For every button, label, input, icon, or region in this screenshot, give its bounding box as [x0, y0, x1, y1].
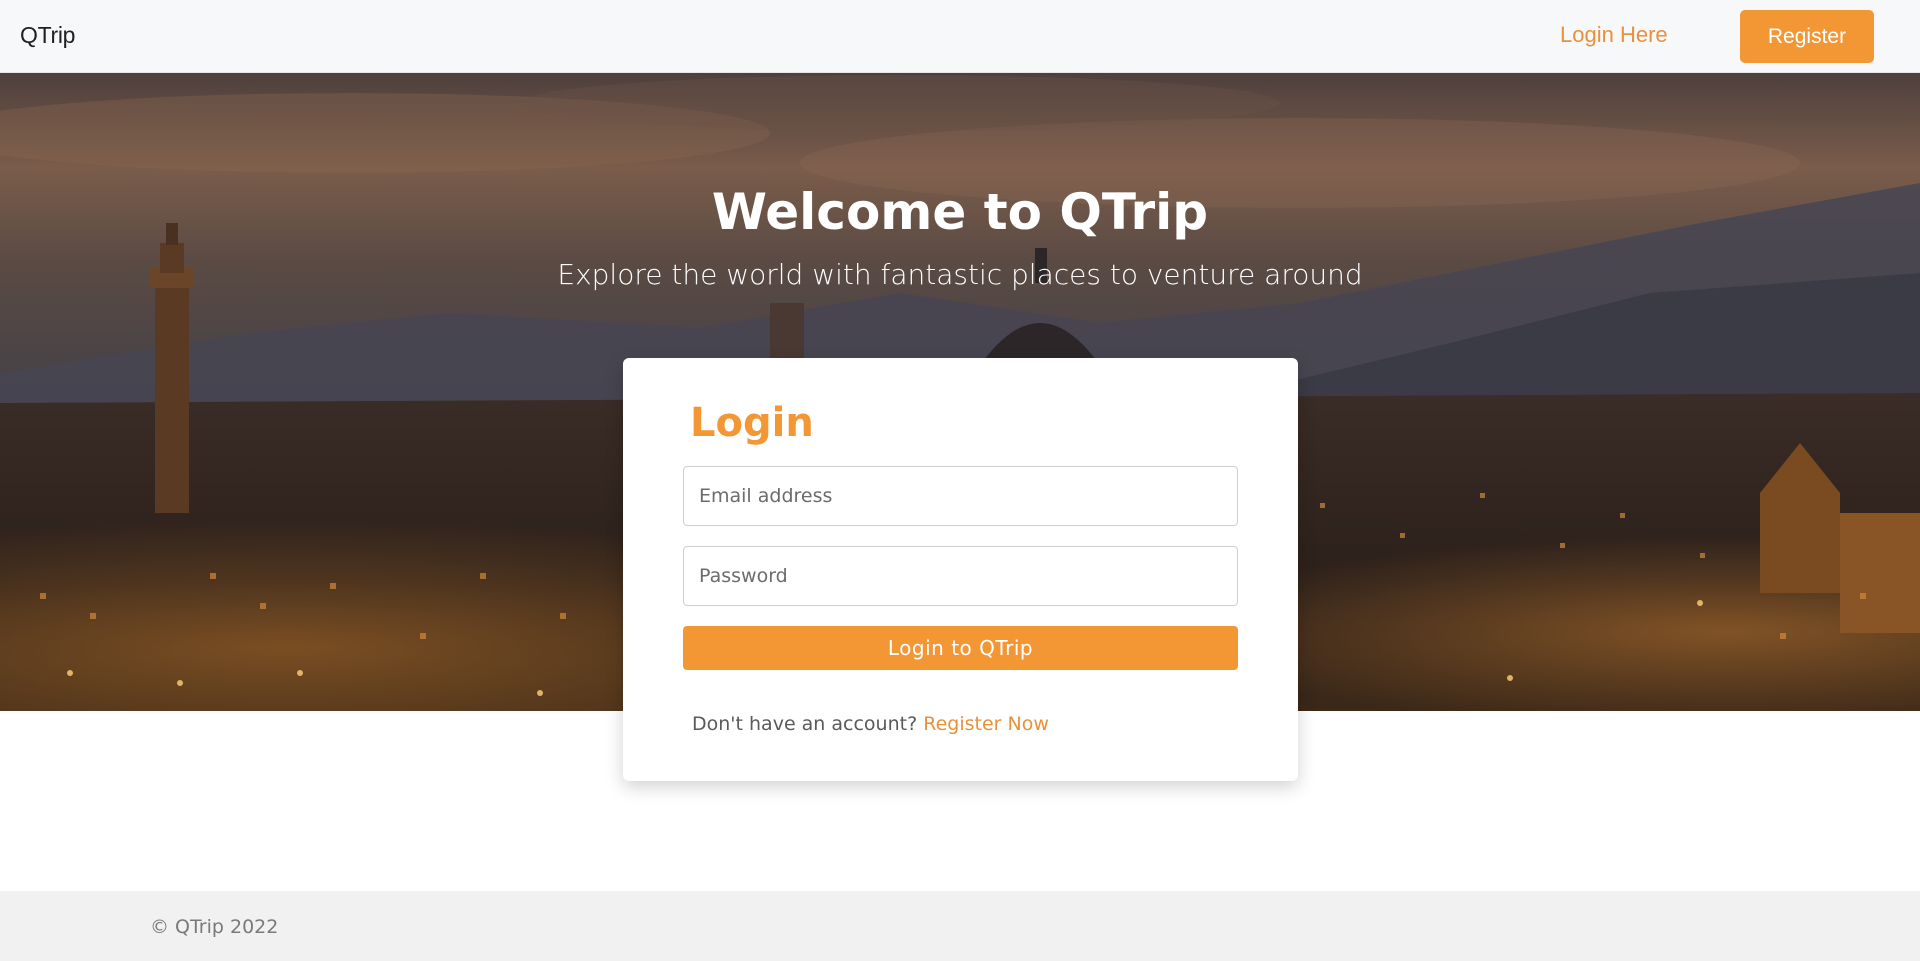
register-button[interactable]: Register [1740, 10, 1874, 63]
email-field[interactable] [683, 466, 1238, 526]
signup-prompt-text: Don't have an account? [692, 713, 924, 735]
register-now-link[interactable]: Register Now [923, 713, 1049, 735]
password-field[interactable] [683, 546, 1238, 606]
hero-subtitle: Explore the world with fantastic places … [557, 258, 1363, 291]
login-card: Login Login to QTrip Don't have an accou… [623, 358, 1298, 781]
hero-title: Welcome to QTrip [711, 183, 1209, 241]
login-title: Login [690, 400, 814, 446]
footer: © QTrip 2022 [0, 891, 1920, 961]
login-here-link[interactable]: Login Here [1560, 22, 1668, 48]
signup-prompt-line: Don't have an account? Register Now [692, 713, 1049, 735]
copyright-text: © QTrip 2022 [150, 916, 279, 938]
navbar: QTrip Login Here Register [0, 0, 1920, 73]
brand-logo[interactable]: QTrip [20, 22, 75, 49]
login-submit-button[interactable]: Login to QTrip [683, 626, 1238, 670]
